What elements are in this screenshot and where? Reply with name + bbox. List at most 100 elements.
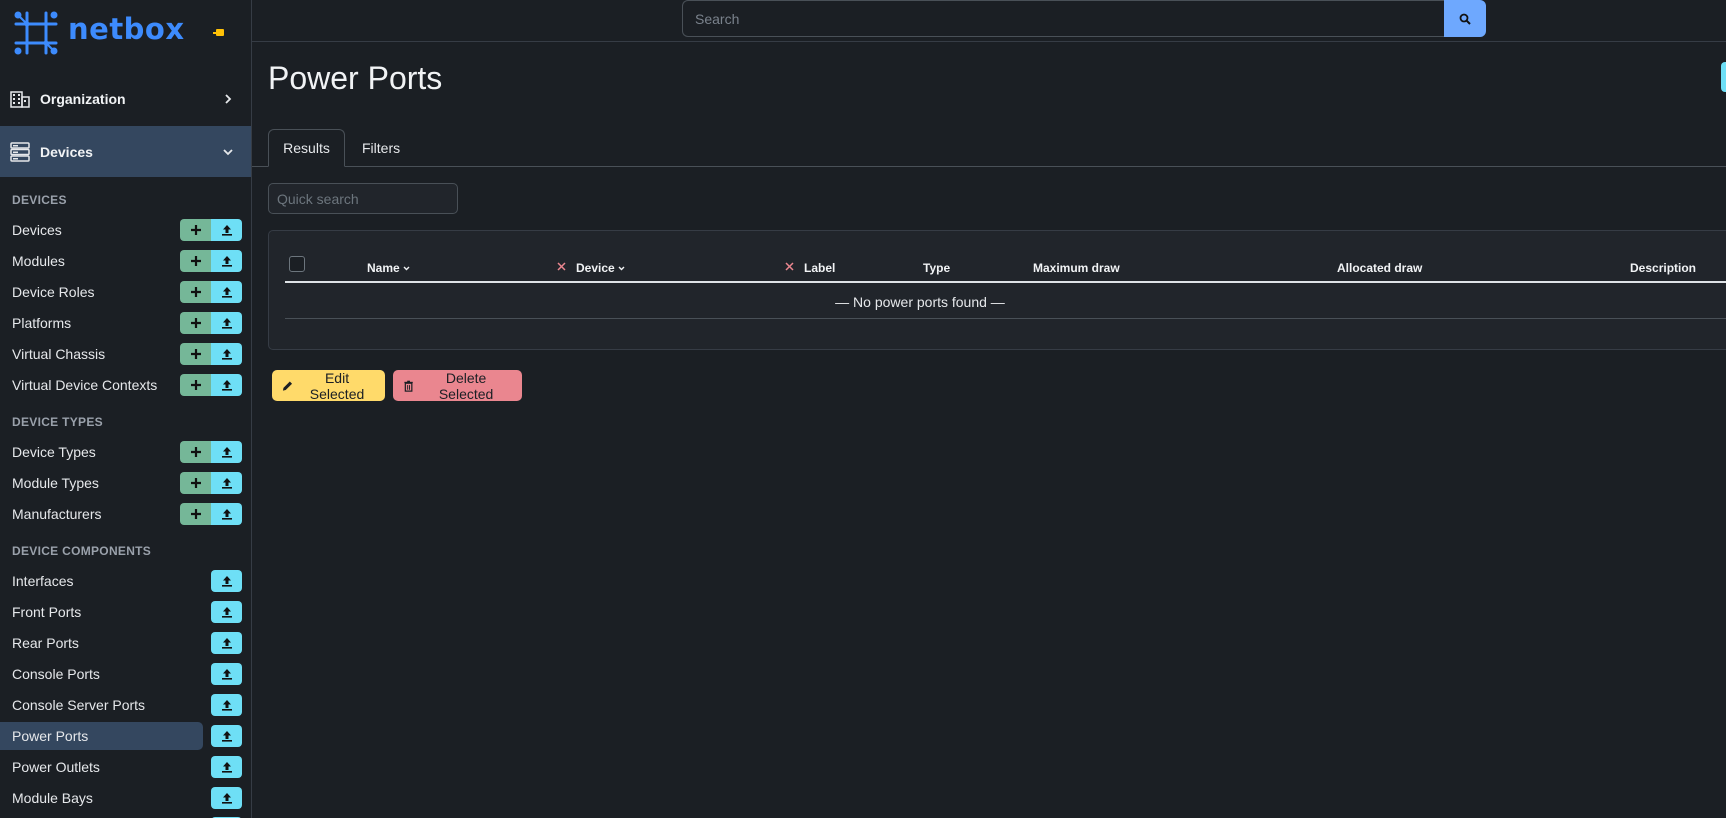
- sidebar-item-front-ports[interactable]: Front Ports: [0, 598, 251, 626]
- add-button[interactable]: [180, 219, 211, 241]
- plus-icon: [190, 349, 201, 359]
- import-button[interactable]: [211, 281, 242, 303]
- import-button[interactable]: [211, 601, 242, 623]
- sidebar-item-console-server-ports[interactable]: Console Server Ports: [0, 691, 251, 719]
- upload-icon: [221, 700, 232, 711]
- column-header-name[interactable]: Name: [367, 261, 410, 275]
- plus-icon: [190, 256, 201, 266]
- plus-icon: [190, 478, 201, 488]
- sidebar-item-label: Front Ports: [12, 604, 82, 620]
- column-header-description[interactable]: Description: [1630, 261, 1696, 275]
- import-button[interactable]: [211, 725, 242, 747]
- upload-icon: [221, 478, 232, 489]
- upload-icon: [221, 287, 232, 298]
- global-search-input[interactable]: [682, 0, 1447, 37]
- sidebar-item-label: Device Roles: [12, 284, 95, 300]
- upload-icon: [221, 509, 232, 520]
- delete-selected-button[interactable]: Delete Selected: [393, 369, 522, 402]
- import-button[interactable]: [211, 441, 242, 463]
- sidebar-item-platforms[interactable]: Platforms: [0, 309, 251, 337]
- add-button[interactable]: [180, 441, 211, 463]
- sidebar-item-manufacturers[interactable]: Manufacturers: [0, 500, 251, 528]
- sidebar-item-label: Virtual Chassis: [12, 346, 106, 362]
- search-icon: [1459, 13, 1471, 25]
- sidebar-item-device-types[interactable]: Device Types: [0, 438, 251, 466]
- sidebar-item-module-types[interactable]: Module Types: [0, 469, 251, 497]
- add-button[interactable]: [180, 343, 211, 365]
- search-button[interactable]: [1444, 0, 1486, 37]
- sidebar-item-power-outlets[interactable]: Power Outlets: [0, 753, 251, 781]
- import-button[interactable]: [211, 663, 242, 685]
- menu-group-label: Devices: [40, 143, 93, 160]
- edit-selected-button[interactable]: Edit Selected: [272, 370, 385, 402]
- add-button[interactable]: [180, 281, 211, 303]
- sidebar-item-label: Console Server Ports: [12, 697, 146, 713]
- upload-icon: [221, 447, 232, 458]
- sort-caret-icon: [403, 266, 410, 270]
- column-header-label[interactable]: Label: [804, 261, 835, 275]
- import-button[interactable]: [211, 756, 242, 778]
- upload-icon: [221, 607, 232, 618]
- menu-group-devices[interactable]: Devices: [0, 126, 251, 177]
- remove-column-device-icon[interactable]: [557, 262, 566, 271]
- sidebar-item-device-roles[interactable]: Device Roles: [0, 278, 251, 306]
- pencil-icon: [282, 380, 293, 391]
- brand-name[interactable]: netbox: [68, 12, 185, 46]
- add-button[interactable]: [180, 250, 211, 272]
- netbox-logo-icon[interactable]: [12, 9, 60, 57]
- sidebar-item-label: Module Bays: [12, 790, 93, 806]
- button-label: Delete Selected: [438, 369, 494, 402]
- import-button[interactable]: [211, 787, 242, 809]
- column-label: Device: [576, 261, 615, 275]
- menu-group-organization[interactable]: Organization: [0, 74, 251, 124]
- add-button[interactable]: [180, 312, 211, 334]
- import-button[interactable]: [211, 312, 242, 334]
- import-button[interactable]: [211, 343, 242, 365]
- import-button[interactable]: [211, 250, 242, 272]
- sidebar-item-label: Interfaces: [12, 573, 74, 589]
- upload-icon: [221, 318, 232, 329]
- building-icon: [10, 91, 30, 108]
- select-all-checkbox[interactable]: [289, 256, 305, 272]
- import-button[interactable]: [211, 219, 242, 241]
- sidebar-item-module-bays[interactable]: Module Bays: [0, 784, 251, 812]
- sidebar-item-virtual-chassis[interactable]: Virtual Chassis: [0, 340, 251, 368]
- add-button[interactable]: [180, 503, 211, 525]
- page-title: Power Ports: [268, 60, 443, 96]
- sidebar-item-power-ports[interactable]: Power Ports: [0, 722, 251, 750]
- tab-results[interactable]: Results: [268, 129, 345, 167]
- upload-icon: [221, 669, 232, 680]
- column-header-type[interactable]: Type: [923, 261, 950, 275]
- add-power-port-button[interactable]: [1721, 62, 1726, 92]
- import-button[interactable]: [211, 503, 242, 525]
- add-button[interactable]: [180, 472, 211, 494]
- sidebar-item-console-ports[interactable]: Console Ports: [0, 660, 251, 688]
- column-header-device[interactable]: Device: [576, 261, 625, 275]
- remove-column-label-icon[interactable]: [785, 262, 794, 271]
- pin-icon[interactable]: [213, 27, 227, 39]
- import-button[interactable]: [211, 632, 242, 654]
- upload-icon: [221, 762, 232, 773]
- sidebar-item-devices[interactable]: Devices: [0, 216, 251, 244]
- quick-search-input[interactable]: [268, 183, 458, 214]
- sidebar-item-more[interactable]: [0, 814, 251, 818]
- tab-filters[interactable]: Filters: [346, 129, 416, 167]
- column-header-maximum-draw[interactable]: Maximum draw: [1033, 261, 1120, 275]
- sidebar-item-virtual-device-contexts[interactable]: Virtual Device Contexts: [0, 371, 251, 399]
- import-button[interactable]: [211, 570, 242, 592]
- sidebar-item-rear-ports[interactable]: Rear Ports: [0, 629, 251, 657]
- server-icon: [10, 141, 30, 162]
- add-button[interactable]: [180, 374, 211, 396]
- sidebar-item-modules[interactable]: Modules: [0, 247, 251, 275]
- sidebar-item-label: Rear Ports: [12, 635, 79, 651]
- tab-label: Results: [283, 140, 330, 156]
- empty-message: — No power ports found —: [835, 293, 1005, 310]
- sidebar-item-interfaces[interactable]: Interfaces: [0, 567, 251, 595]
- import-button[interactable]: [211, 374, 242, 396]
- import-button[interactable]: [211, 694, 242, 716]
- sidebar-item-label: Device Types: [12, 444, 96, 460]
- upload-icon: [221, 349, 232, 360]
- sidebar-item-label: Console Ports: [12, 666, 100, 682]
- import-button[interactable]: [211, 472, 242, 494]
- column-header-allocated-draw[interactable]: Allocated draw: [1337, 261, 1422, 275]
